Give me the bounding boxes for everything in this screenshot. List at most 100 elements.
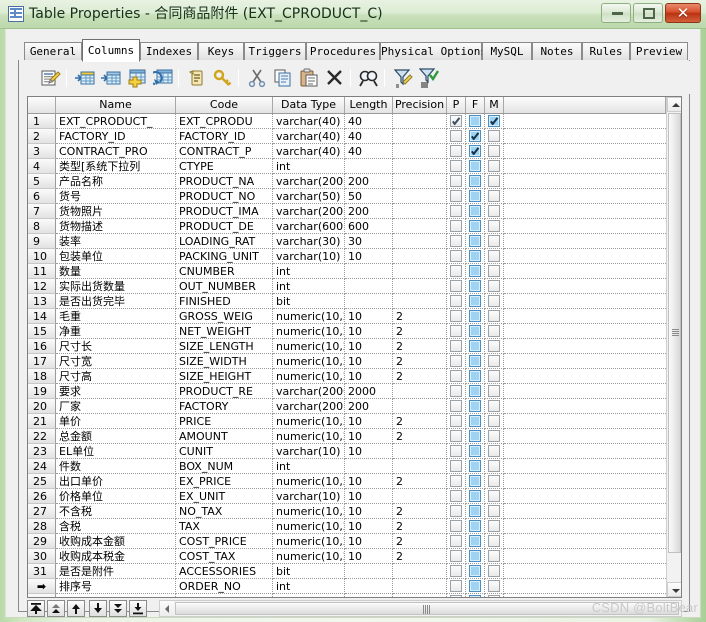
checkbox-p-unchecked[interactable]	[450, 265, 462, 277]
table-row[interactable]: 24 件数 BOX_NUM int	[28, 459, 681, 474]
grid-body[interactable]: 1 EXT_CPRODUCT_ EXT_CPRODU varchar(40) 40 2 FA…	[28, 114, 681, 597]
checkbox-cell-p[interactable]	[447, 504, 466, 519]
empty-cell[interactable]	[28, 594, 56, 597]
table-row[interactable]: 16尺寸长SIZE_LENGTHnumeric(10,2)102	[28, 339, 681, 354]
grid-header-num[interactable]	[28, 97, 56, 113]
checkbox-cell-p[interactable]	[447, 399, 466, 414]
tab-general[interactable]: General	[24, 42, 82, 61]
tab-columns[interactable]: Columns	[82, 39, 140, 62]
cell-datatype[interactable]: varchar(40)	[273, 114, 345, 129]
checkbox-cell-f[interactable]	[466, 384, 485, 399]
checkbox-m-unchecked[interactable]	[488, 385, 500, 397]
checkbox-cell-m[interactable]	[485, 459, 504, 474]
cell-precision[interactable]	[393, 174, 447, 189]
cell-precision[interactable]: 2	[393, 354, 447, 369]
cell-datatype[interactable]: int	[273, 279, 345, 294]
cell-name[interactable]: 排序号	[56, 579, 176, 594]
cell-code[interactable]: CTYPE	[176, 159, 273, 174]
row-number[interactable]: 3	[28, 144, 56, 159]
cell-name[interactable]: 是否出货完毕	[56, 294, 176, 309]
checkbox-p-unchecked[interactable]	[450, 490, 462, 502]
checkbox-m-unchecked[interactable]	[488, 295, 500, 307]
checkbox-m-unchecked[interactable]	[488, 265, 500, 277]
checkbox-cell-m[interactable]	[485, 549, 504, 564]
copy-button[interactable]	[272, 67, 294, 89]
cell-code[interactable]: PRICE	[176, 414, 273, 429]
edit-filter-button[interactable]	[392, 67, 414, 89]
checkbox-cell-f[interactable]	[466, 219, 485, 234]
checkbox-cell-p[interactable]	[447, 294, 466, 309]
cell-code[interactable]: PRODUCT_RE	[176, 384, 273, 399]
checkbox-cell-p[interactable]	[447, 579, 466, 594]
checkbox-m-unchecked[interactable]	[488, 325, 500, 337]
checkbox-f-unchecked[interactable]	[469, 595, 481, 597]
checkbox-f-checked[interactable]	[469, 130, 481, 142]
checkbox-m-unchecked[interactable]	[488, 505, 500, 517]
checkbox-cell-p[interactable]	[447, 489, 466, 504]
checkbox-cell-m[interactable]	[485, 444, 504, 459]
cell-name[interactable]: 货号	[56, 189, 176, 204]
find-button[interactable]	[358, 67, 380, 89]
cell-code[interactable]: SIZE_WIDTH	[176, 354, 273, 369]
cell-code[interactable]: BOX_NUM	[176, 459, 273, 474]
checkbox-f-unchecked[interactable]	[469, 580, 481, 592]
cell-length[interactable]: 40	[345, 114, 393, 129]
cell-precision[interactable]	[393, 489, 447, 504]
hscroll-thumb[interactable]	[175, 602, 679, 615]
row-number[interactable]: 6	[28, 189, 56, 204]
checkbox-f-unchecked[interactable]	[469, 325, 481, 337]
cell-precision[interactable]	[393, 294, 447, 309]
tab-rules[interactable]: Rules	[582, 42, 630, 61]
primary-key-button[interactable]	[212, 67, 234, 89]
empty-cell[interactable]	[504, 594, 666, 597]
checkbox-f-unchecked[interactable]	[469, 385, 481, 397]
cell-name[interactable]: 尺寸宽	[56, 354, 176, 369]
cell-precision[interactable]: 2	[393, 549, 447, 564]
checkbox-f-unchecked[interactable]	[469, 205, 481, 217]
checkbox-cell-m[interactable]	[485, 369, 504, 384]
row-number[interactable]: 25	[28, 474, 56, 489]
checkbox-cell-m[interactable]	[485, 519, 504, 534]
checkbox-cell-f[interactable]	[466, 579, 485, 594]
row-number[interactable]: 17	[28, 354, 56, 369]
cell-precision[interactable]: 2	[393, 369, 447, 384]
table-row[interactable]: 26 价格单位 EX_UNIT varchar(10) 10	[28, 489, 681, 504]
grid-header-precision[interactable]: Precision	[393, 97, 447, 113]
checkbox-m-unchecked[interactable]	[488, 430, 500, 442]
checkbox-m-unchecked[interactable]	[488, 340, 500, 352]
table-row[interactable]: 25出口单价EX_PRICEnumeric(10,2)102	[28, 474, 681, 489]
cell-name[interactable]: 尺寸高	[56, 369, 176, 384]
row-number[interactable]: 1	[28, 114, 56, 129]
cell-length[interactable]: 10	[345, 339, 393, 354]
cell-datatype[interactable]: varchar(2000)	[273, 384, 345, 399]
delete-button[interactable]	[324, 67, 346, 89]
table-row[interactable]: 13 是否出货完毕 FINISHED bit	[28, 294, 681, 309]
checkbox-f-unchecked[interactable]	[469, 250, 481, 262]
checkbox-p-unchecked[interactable]	[450, 325, 462, 337]
checkbox-cell-p[interactable]	[447, 444, 466, 459]
prior-page-button[interactable]	[47, 600, 65, 617]
cell-name[interactable]: EXT_CPRODUCT_	[56, 114, 176, 129]
row-number[interactable]: 23	[28, 444, 56, 459]
cell-name[interactable]: 装率	[56, 234, 176, 249]
cell-datatype[interactable]: varchar(30)	[273, 234, 345, 249]
checkbox-m-unchecked[interactable]	[488, 415, 500, 427]
checkbox-m-checked[interactable]	[488, 115, 500, 127]
cell-code[interactable]: EX_PRICE	[176, 474, 273, 489]
cell-length[interactable]	[345, 579, 393, 594]
cell-code[interactable]: COST_PRICE	[176, 534, 273, 549]
row-number[interactable]: 24	[28, 459, 56, 474]
checkbox-cell-f[interactable]	[466, 294, 485, 309]
checkbox-m-unchecked[interactable]	[488, 235, 500, 247]
checkbox-cell-m[interactable]	[485, 579, 504, 594]
checkbox-cell-p[interactable]	[447, 384, 466, 399]
cell-datatype[interactable]: varchar(50)	[273, 189, 345, 204]
checkbox-cell-m[interactable]	[485, 504, 504, 519]
checkbox-cell-p[interactable]	[447, 429, 466, 444]
scroll-thumb[interactable]	[668, 113, 681, 553]
checkbox-p-unchecked[interactable]	[450, 595, 462, 597]
checkbox-p-unchecked[interactable]	[450, 130, 462, 142]
cell-code[interactable]: FINISHED	[176, 294, 273, 309]
cell-length[interactable]: 10	[345, 504, 393, 519]
checkbox-cell-p[interactable]	[447, 324, 466, 339]
